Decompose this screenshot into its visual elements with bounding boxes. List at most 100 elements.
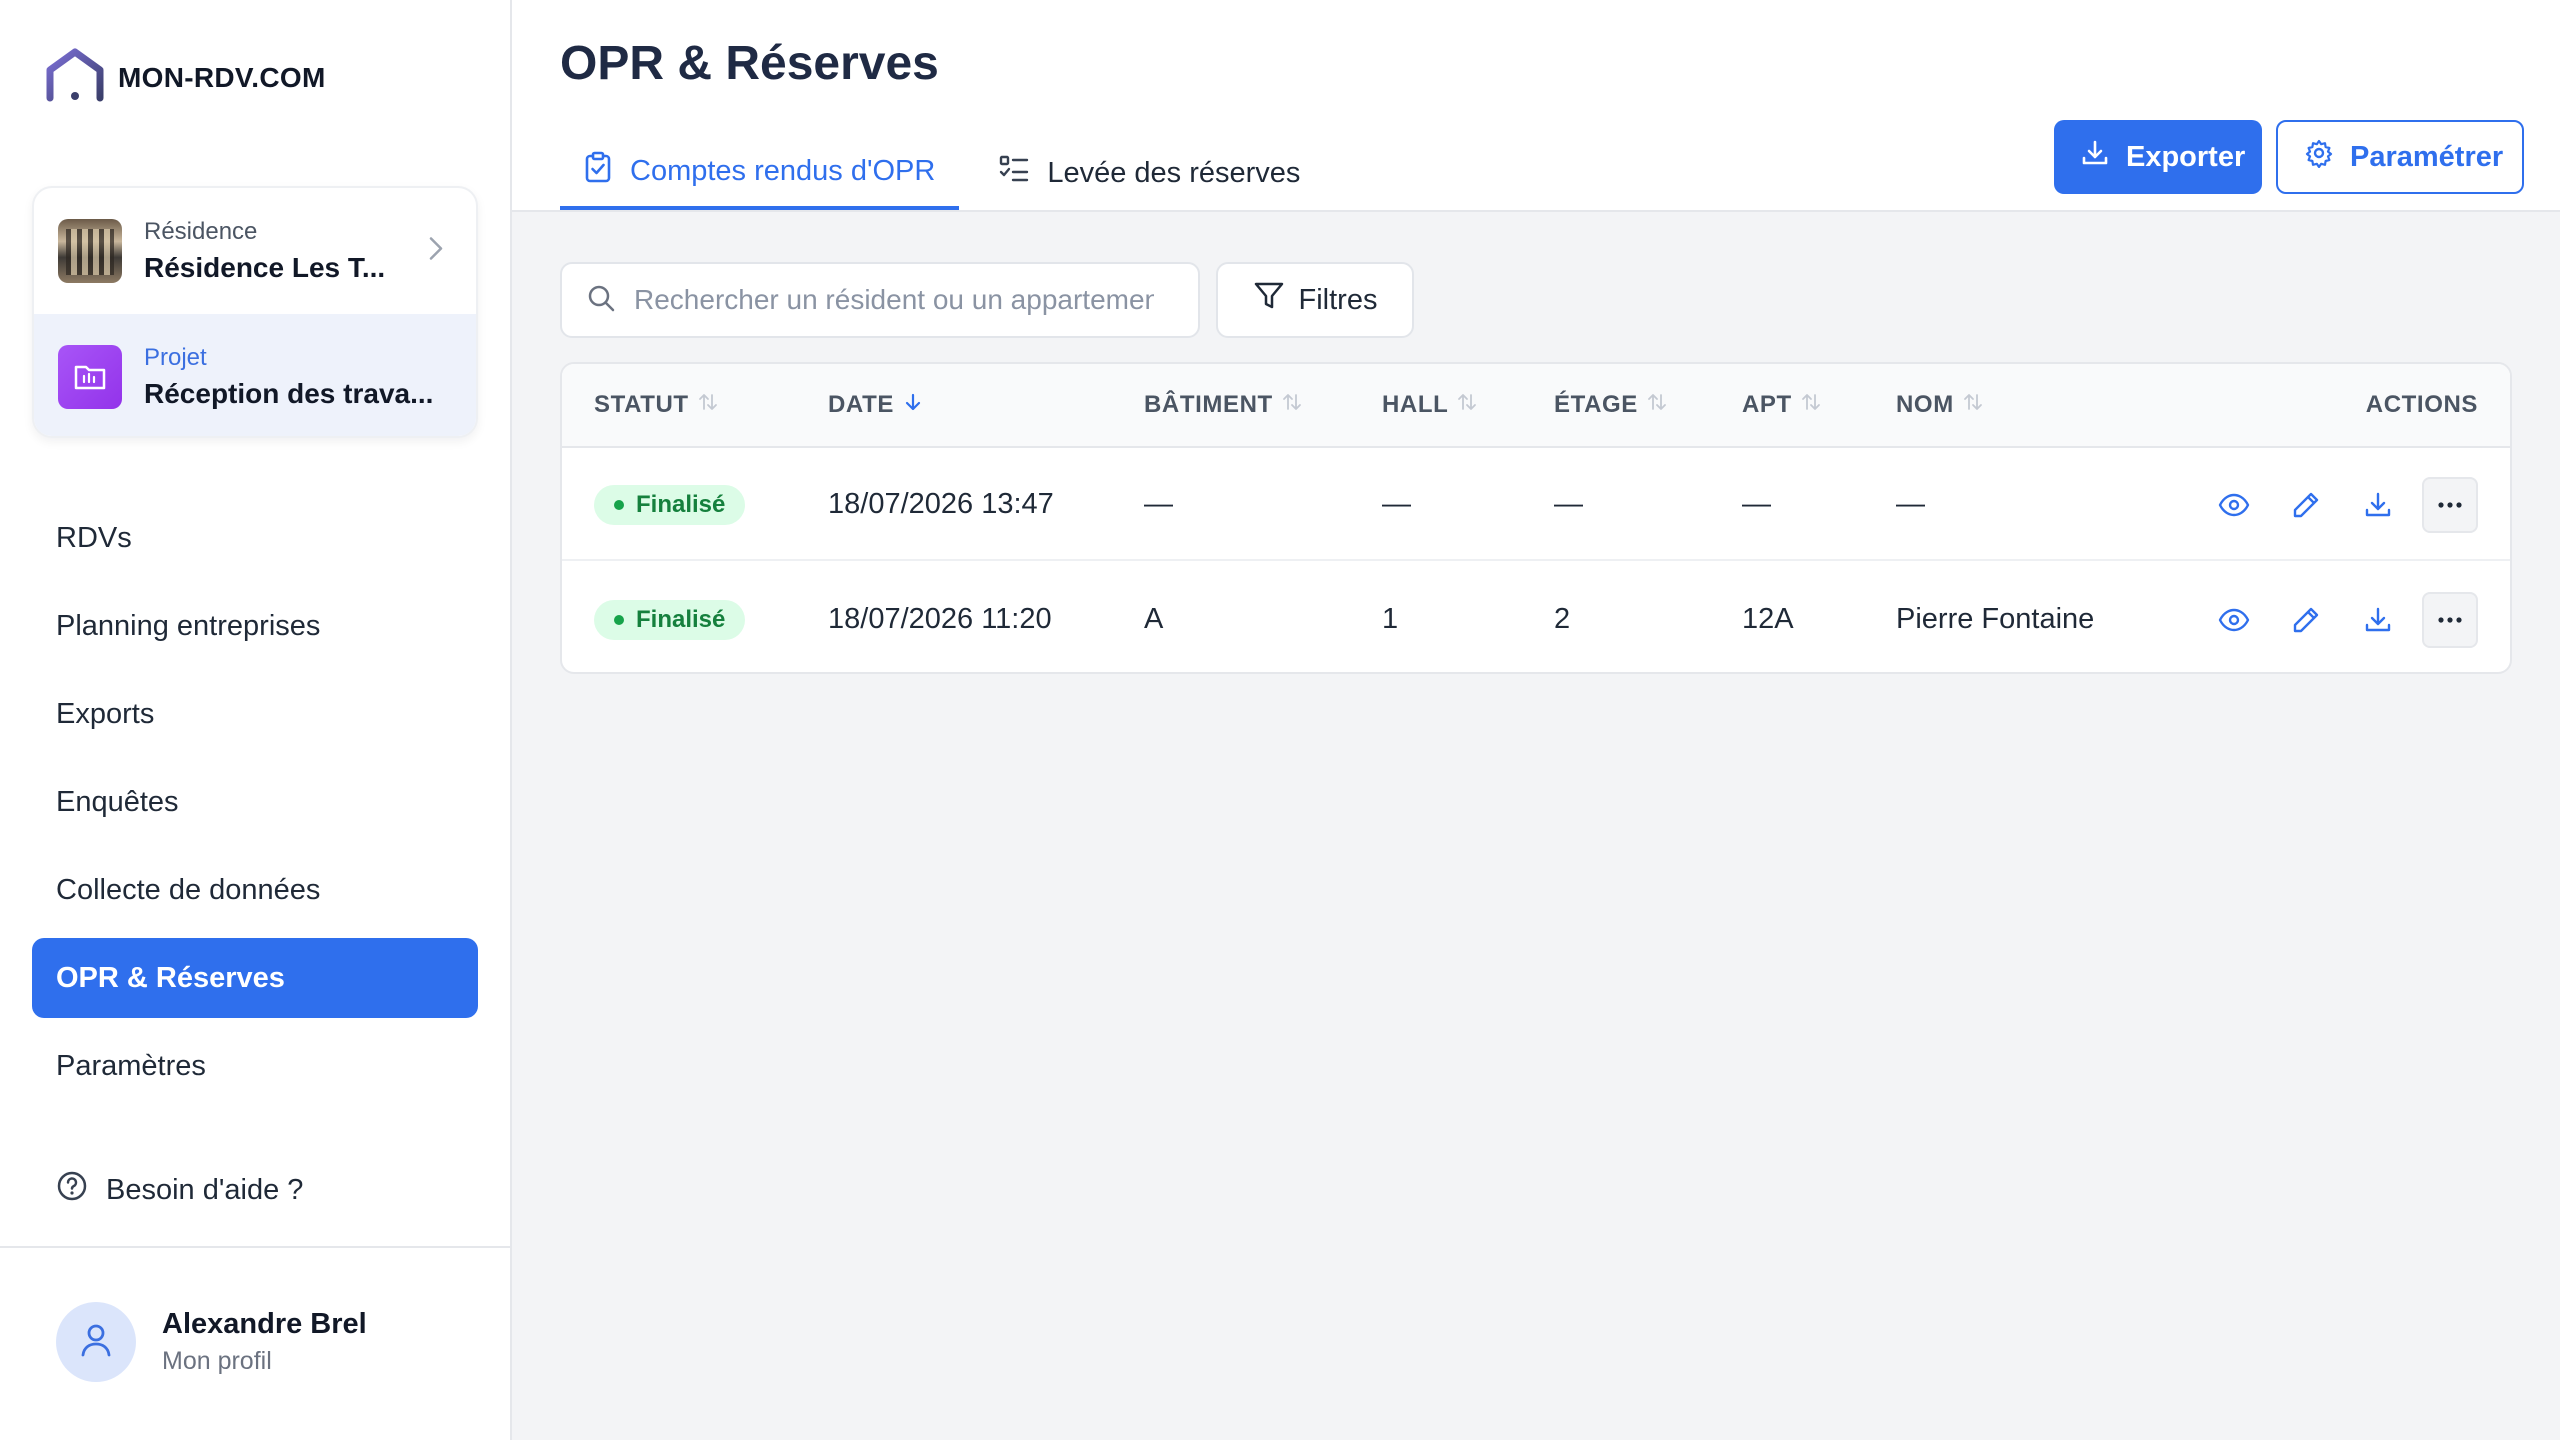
- house-logo-icon: [44, 46, 106, 109]
- date-cell: 18/07/2026 11:20: [828, 603, 1052, 635]
- app-name: MON-RDV.COM: [118, 61, 326, 93]
- status-cell: Finalisé: [594, 563, 746, 672]
- column-header-nom[interactable]: NOM: [1896, 364, 1984, 446]
- filters-label: Filtres: [1298, 283, 1378, 316]
- export-button[interactable]: Exporter: [2054, 120, 2262, 194]
- help-label: Besoin d'aide ?: [106, 1173, 304, 1206]
- status-dot: [614, 614, 624, 625]
- project-name: Réception des trava...: [144, 378, 434, 409]
- column-header-hall[interactable]: HALL: [1382, 364, 1478, 446]
- gear-icon: [2304, 138, 2334, 176]
- settings-label: Paramétrer: [2350, 140, 2504, 173]
- column-label: NOM: [1896, 391, 1954, 418]
- column-label: HALL: [1382, 391, 1449, 418]
- hall-cell: —: [1382, 488, 1411, 520]
- pencil-icon[interactable]: [2286, 485, 2326, 525]
- download-icon[interactable]: [2358, 600, 2398, 640]
- column-header-statut[interactable]: STATUT: [594, 364, 719, 446]
- row-actions: [2214, 448, 2478, 561]
- hall-cell: 1: [1382, 603, 1399, 635]
- nav-item-planning-entreprises[interactable]: Planning entreprises: [32, 586, 478, 666]
- date-cell: 18/07/2026 13:47: [828, 488, 1054, 520]
- status-badge: Finalisé: [594, 599, 746, 640]
- tab-label: Comptes rendus d'OPR: [630, 154, 936, 187]
- table-row[interactable]: Finalisé 18/07/2026 13:47 — — — — —: [562, 448, 2510, 561]
- column-header-etage[interactable]: ÉTAGE: [1554, 364, 1668, 446]
- project-selector[interactable]: Projet Réception des trava...: [34, 314, 476, 436]
- sort-icon: [697, 391, 719, 420]
- sort-icon: [1456, 391, 1478, 420]
- search-field[interactable]: [560, 262, 1200, 338]
- nav-item-collecte-de-donnees[interactable]: Collecte de données: [32, 850, 478, 930]
- batiment-cell: —: [1144, 488, 1173, 520]
- more-horizontal-icon[interactable]: [2422, 591, 2478, 648]
- status-dot: [614, 499, 624, 510]
- nav-item-enquetes[interactable]: Enquêtes: [32, 762, 478, 842]
- help-circle-icon: [56, 1170, 88, 1210]
- app-logo[interactable]: MON-RDV.COM: [44, 46, 326, 109]
- opr-table: STATUT DATE BÂTIMENT HALL ÉTAGE APT NOM: [560, 362, 2512, 674]
- tab-comptes-rendus[interactable]: Comptes rendus d'OPR: [560, 136, 960, 210]
- eye-icon[interactable]: [2214, 485, 2254, 525]
- checklist-icon: [999, 155, 1029, 191]
- tab-levee-des-reserves[interactable]: Levée des réserves: [975, 136, 1324, 210]
- column-header-apt[interactable]: APT: [1742, 364, 1822, 446]
- sidebar: MON-RDV.COM Résidence Résidence Les T...…: [0, 0, 512, 1440]
- residence-label: Résidence: [144, 218, 258, 245]
- column-label: STATUT: [594, 391, 689, 418]
- sort-icon: [1962, 391, 1984, 420]
- search-input[interactable]: [634, 284, 1154, 316]
- settings-button[interactable]: Paramétrer: [2276, 120, 2524, 194]
- sort-icon: [1281, 391, 1303, 420]
- clipboard-check-icon: [584, 151, 612, 191]
- column-header-actions: ACTIONS: [2366, 364, 2478, 446]
- table-header: STATUT DATE BÂTIMENT HALL ÉTAGE APT NOM: [562, 364, 2510, 448]
- status-cell: Finalisé: [594, 448, 746, 561]
- profile-name: Alexandre Brel: [162, 1308, 367, 1340]
- pencil-icon[interactable]: [2286, 600, 2326, 640]
- tab-label: Levée des réserves: [1047, 156, 1301, 189]
- eye-icon[interactable]: [2214, 600, 2254, 640]
- column-label: ACTIONS: [2365, 391, 2478, 418]
- header-actions: Exporter Paramétrer: [2054, 120, 2524, 194]
- nav-item-parametres[interactable]: Paramètres: [32, 1026, 478, 1106]
- column-label: ÉTAGE: [1554, 391, 1638, 418]
- folder-icon: [58, 345, 122, 409]
- user-icon: [79, 1321, 113, 1364]
- filters-button[interactable]: Filtres: [1216, 262, 1414, 338]
- column-label: DATE: [828, 391, 894, 418]
- search-icon: [586, 283, 616, 318]
- context-switcher: Résidence Résidence Les T... Projet Réce…: [32, 186, 478, 438]
- status-badge: Finalisé: [594, 484, 746, 525]
- download-icon[interactable]: [2358, 485, 2398, 525]
- residence-name: Résidence Les T...: [144, 252, 386, 283]
- etage-cell: 2: [1554, 603, 1571, 635]
- column-label: BÂTIMENT: [1144, 391, 1273, 418]
- export-label: Exporter: [2126, 140, 2246, 173]
- column-label: APT: [1742, 391, 1792, 418]
- arrow-down-icon: [902, 391, 924, 420]
- residence-thumbnail: [58, 219, 122, 283]
- nav-item-exports[interactable]: Exports: [32, 674, 478, 754]
- table-row[interactable]: Finalisé 18/07/2026 11:20 A 1 2 12A Pier…: [562, 563, 2510, 672]
- page-header: OPR & Réserves Comptes rendus d'OPR Levé…: [512, 0, 2560, 212]
- avatar: [56, 1302, 136, 1382]
- column-header-batiment[interactable]: BÂTIMENT: [1144, 364, 1303, 446]
- profile-subtitle: Mon profil: [162, 1347, 272, 1375]
- batiment-cell: A: [1144, 603, 1164, 635]
- more-horizontal-icon[interactable]: [2422, 476, 2478, 533]
- status-label: Finalisé: [636, 605, 726, 633]
- sort-icon: [1800, 391, 1822, 420]
- nav-item-rdvs[interactable]: RDVs: [32, 498, 478, 578]
- filter-icon: [1253, 281, 1285, 319]
- status-label: Finalisé: [636, 490, 726, 518]
- apt-cell: 12A: [1742, 603, 1794, 635]
- user-profile[interactable]: Alexandre Brel Mon profil: [56, 1302, 367, 1382]
- residence-selector[interactable]: Résidence Résidence Les T...: [34, 188, 476, 314]
- etage-cell: —: [1554, 488, 1583, 520]
- help-link[interactable]: Besoin d'aide ?: [56, 1170, 303, 1210]
- nom-cell: —: [1896, 488, 1925, 520]
- nav-item-opr-reserves[interactable]: OPR & Réserves: [32, 938, 478, 1018]
- column-header-date[interactable]: DATE: [828, 364, 924, 446]
- page-title: OPR & Réserves: [560, 37, 939, 90]
